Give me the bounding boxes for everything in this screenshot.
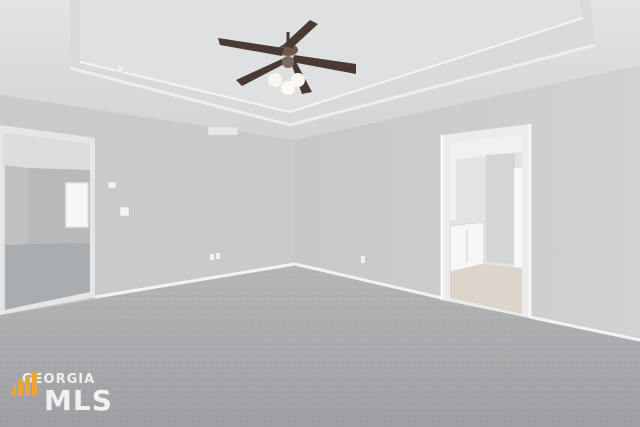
bathroom-door: [514, 168, 522, 268]
light-switch: [119, 206, 130, 217]
thermostat: [107, 181, 117, 189]
georgia-mls-watermark: GEORGIA MLS: [10, 372, 114, 418]
georgia-mls-logo-icon: [10, 372, 37, 396]
outlet-right: [361, 256, 365, 263]
watermark-line2: MLS: [44, 384, 113, 417]
fan-light: [268, 73, 282, 87]
outlet: [210, 254, 214, 260]
hallway-window: [65, 182, 89, 228]
room-photo: GEORGIA MLS: [0, 0, 640, 427]
air-vent: [207, 126, 239, 136]
smoke-detector: [115, 64, 125, 74]
bathroom-back-wall: [486, 153, 515, 264]
room-illustration: [0, 0, 640, 427]
vanity-mirror: [450, 158, 456, 220]
